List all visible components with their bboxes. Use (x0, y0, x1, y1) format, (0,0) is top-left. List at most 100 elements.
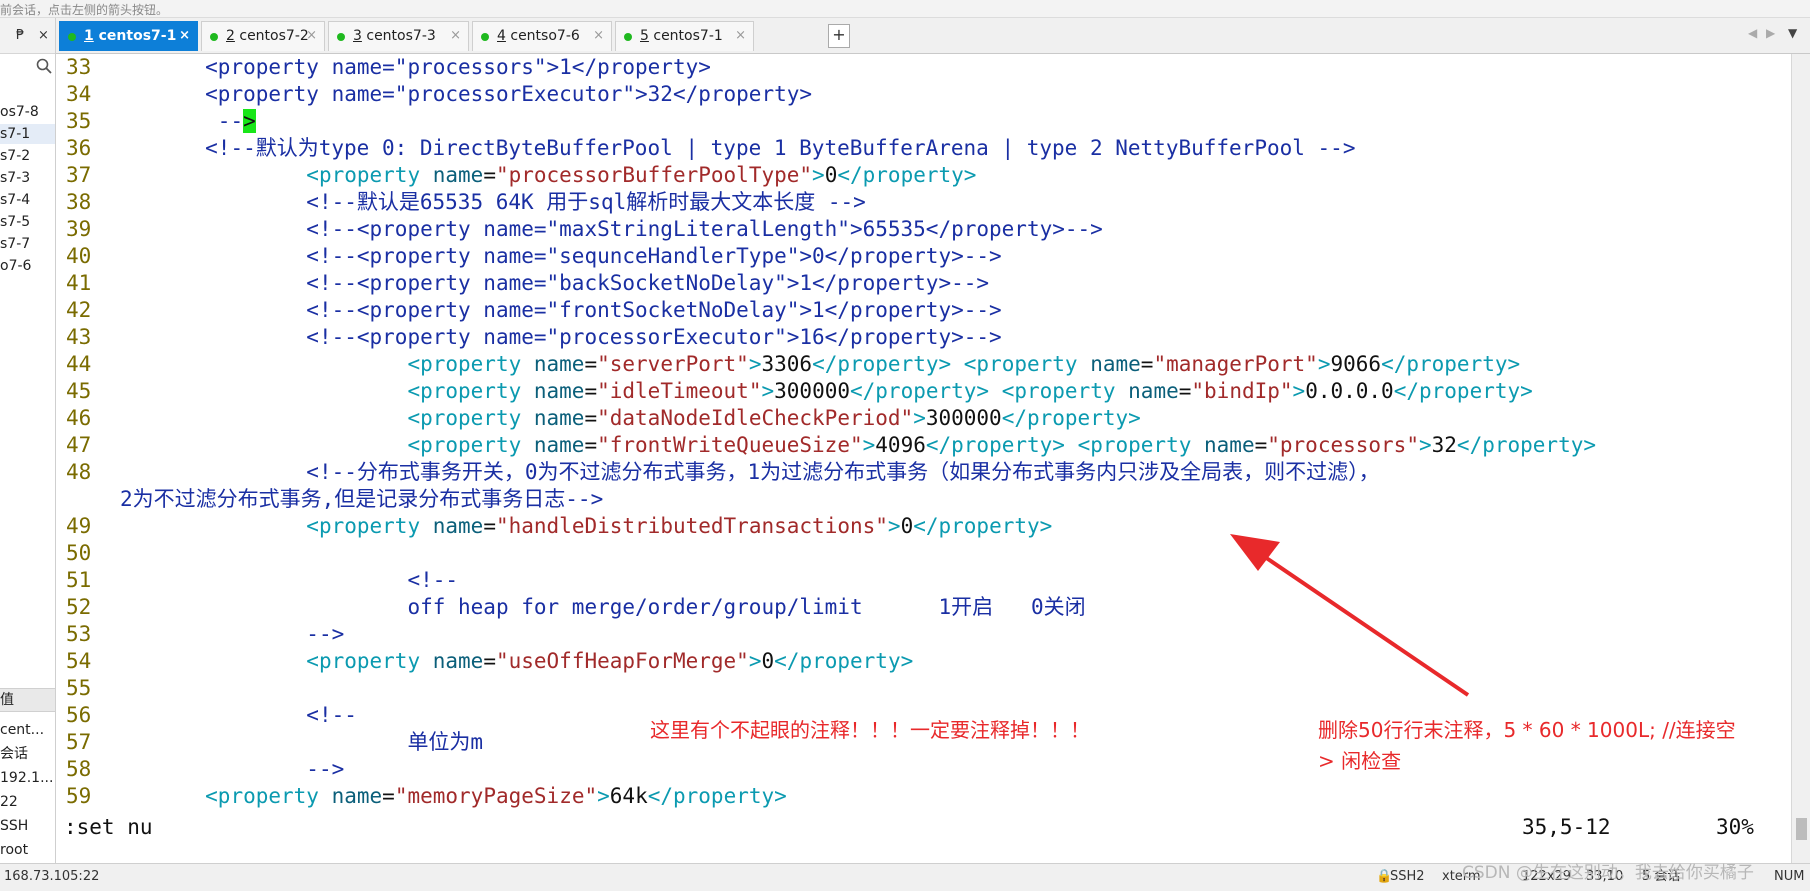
code-segment: = (483, 163, 496, 187)
terminal-line: 53 --> (56, 621, 344, 648)
tab-centos7-2[interactable]: 2 centos7-2 × (201, 21, 325, 51)
session-item[interactable]: s7-7 (0, 234, 30, 254)
session-item[interactable]: s7-5 (0, 212, 30, 232)
session-item[interactable]: s7-3 (0, 168, 30, 188)
code-segment: > (748, 649, 762, 673)
terminal-scrollbar[interactable] (1791, 54, 1810, 863)
code-segment: "processors" (1267, 433, 1419, 457)
code-segment: <property (306, 514, 433, 538)
text-cursor: > (243, 109, 256, 133)
code-segment: > (812, 163, 825, 187)
add-tab-button[interactable]: + (828, 24, 850, 48)
code-segment: </property> (1381, 352, 1521, 376)
line-number: 34 (66, 82, 92, 106)
code-segment: <!--<property name="processorExecutor">1… (306, 325, 1002, 349)
close-tab-icon[interactable]: × (179, 22, 190, 50)
tab-number: 5 (640, 28, 649, 44)
tab-menu-icon[interactable]: ▼ (1788, 26, 1797, 40)
session-item[interactable]: s7-2 (0, 146, 30, 166)
code-segment: </property> <property (925, 433, 1205, 457)
terminal-line: 37 <property name="processorBufferPoolTy… (56, 162, 976, 189)
close-tab-icon[interactable]: × (306, 22, 317, 50)
close-tab-icon[interactable]: × (593, 22, 604, 50)
code-segment: off heap for merge/order/group/limit 1开启… (407, 595, 1086, 619)
code-segment: <!--<property name="backSocketNoDelay">1… (306, 271, 990, 295)
close-panel-icon[interactable]: × (38, 28, 49, 43)
terminal-line: 46 <property name="dataNodeIdleCheckPeri… (56, 405, 1141, 432)
terminal-line: 47 <property name="frontWriteQueueSize">… (56, 432, 1596, 459)
code-segment: --> (306, 622, 345, 646)
session-item[interactable]: os7-8 (0, 102, 39, 122)
close-tab-icon[interactable]: × (450, 22, 461, 50)
code-segment: > (862, 433, 876, 457)
line-number: 43 (66, 325, 92, 349)
code-segment: </property> (774, 649, 914, 673)
code-segment: name (533, 433, 585, 457)
code-segment: = (1178, 379, 1192, 403)
top-hint-bar: 前会话，点击左侧的箭头按钮。 (0, 0, 1810, 18)
code-segment: 0 (900, 514, 914, 538)
code-segment: > (1418, 433, 1432, 457)
line-number: 44 (66, 352, 92, 376)
code-segment: </property> (647, 784, 787, 808)
property-value: root (0, 842, 29, 858)
line-number: 55 (66, 676, 92, 700)
tab-centos7-1[interactable]: 1 centos7-1 × (59, 21, 198, 51)
scrollbar-thumb[interactable] (1796, 818, 1807, 840)
code-segment: 0 (824, 163, 838, 187)
session-item[interactable]: s7-4 (0, 190, 30, 210)
pin-icon[interactable]: ₱ (16, 28, 24, 43)
terminal-line: 48 <!--分布式事务开关，0为不过滤分布式事务，1为过滤分布式事务（如果分布… (56, 459, 1380, 486)
session-manager-panel: ₱ × os7-8 s7-1 s7-2 s7-3 s7-4 s7-5 s7-7 o7-6 值 … (0, 18, 56, 863)
tab-centso7-6[interactable]: 4 centso7-6 × (472, 21, 612, 51)
code-segment: </property> (1456, 433, 1596, 457)
session-item[interactable]: o7-6 (0, 256, 31, 276)
terminal-line: 54 <property name="useOffHeapForMerge">0… (56, 648, 913, 675)
annotation-right-note-line1: 删除50行行末注释，5 * 60 * 1000L; //连接空 (1318, 718, 1736, 742)
code-segment: = (1140, 352, 1154, 376)
line-number: 49 (66, 514, 92, 538)
code-segment: <!-- (306, 703, 357, 727)
terminal-line: 58 --> (56, 756, 344, 783)
code-segment: = (483, 649, 496, 673)
session-tab-bar: 1 centos7-1 × 2 centos7-2 × 3 centos7-3 × 4 ce… (56, 18, 1810, 54)
code-segment: > (1317, 352, 1331, 376)
code-segment: "frontWriteQueueSize" (597, 433, 863, 457)
session-item[interactable]: s7-1 (0, 124, 55, 144)
tab-label: 1 centos7-1 (84, 22, 176, 50)
tab-centos7-1[interactable]: 5 centos7-1 × (615, 21, 754, 51)
close-tab-icon[interactable]: × (735, 22, 746, 50)
code-segment: <property name="processorExecutor">32</p… (205, 82, 813, 106)
code-segment: name (331, 784, 383, 808)
code-segment: 3306 (761, 352, 813, 376)
tab-name: centos7-1 (653, 28, 723, 44)
tab-number: 3 (353, 28, 362, 44)
tab-prev-icon[interactable]: ◀ (1748, 26, 1757, 40)
tab-name: centos7-2 (239, 28, 309, 44)
code-segment: = (584, 352, 598, 376)
line-number: 41 (66, 271, 92, 295)
tab-centos7-3[interactable]: 3 centos7-3 × (328, 21, 469, 51)
terminal-line: 2为不过滤分布式事务,但是记录分布式事务日志--> (120, 486, 603, 513)
watermark: CSDN @生在这别动，我去给你买橘子 (1462, 863, 1754, 883)
property-value: 192.1... (0, 770, 54, 786)
line-number: 47 (66, 433, 92, 457)
line-number: 59 (66, 784, 92, 808)
tab-name: centos7-3 (366, 28, 436, 44)
tab-next-icon[interactable]: ▶ (1766, 26, 1775, 40)
code-segment: 9066 (1330, 352, 1382, 376)
search-icon[interactable] (36, 58, 52, 74)
terminal-line: 42 <!--<property name="frontSocketNoDela… (56, 297, 1002, 324)
